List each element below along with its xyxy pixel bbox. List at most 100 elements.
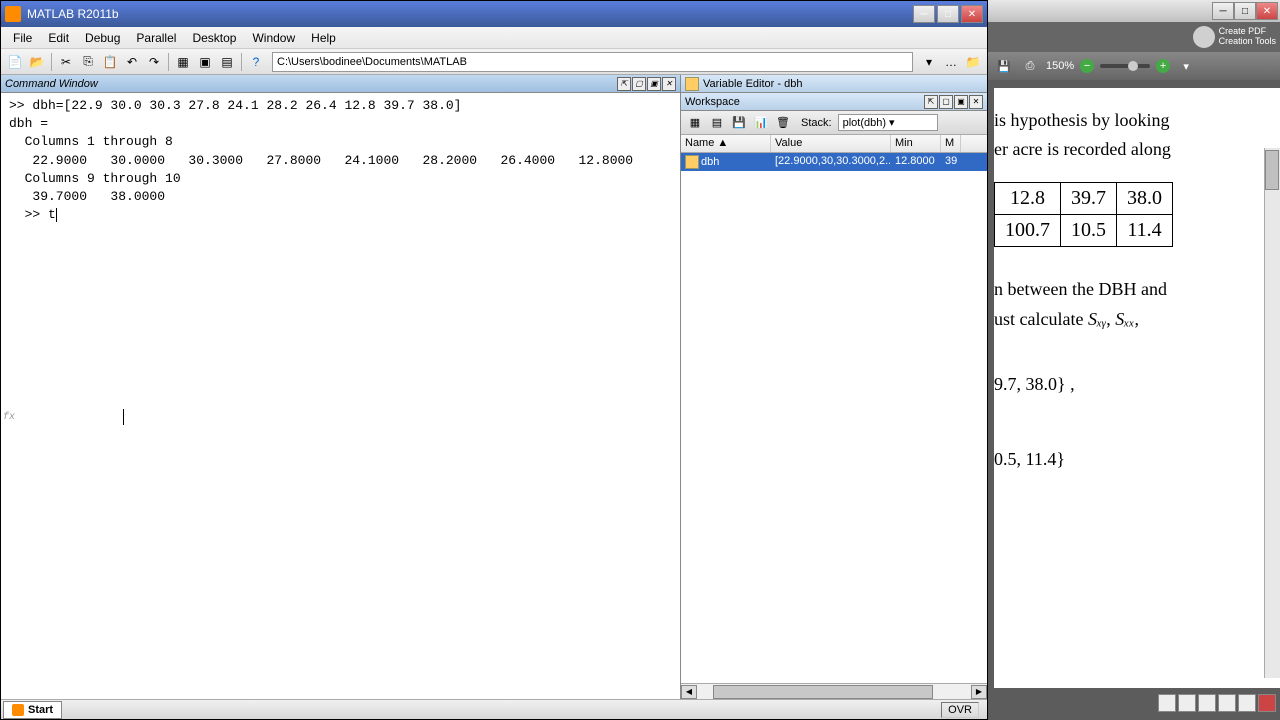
pdf-minimize-button[interactable]: ─ [1212, 2, 1234, 20]
matlab-menubar: File Edit Debug Parallel Desktop Window … [1, 27, 987, 49]
col-min-header[interactable]: Min [891, 135, 941, 152]
path-dropdown-icon[interactable]: ▾ [919, 52, 939, 72]
open-file-icon[interactable]: 📂 [27, 52, 47, 72]
zoom-level[interactable]: 150% [1046, 60, 1074, 72]
workspace-table-header[interactable]: Name ▲ Value Min M [681, 135, 987, 153]
pdf-view-icon[interactable] [1158, 694, 1176, 712]
text-cursor-icon [123, 409, 124, 425]
command-window-panel: Command Window ⇱ ▢ ▣ ✕ >> dbh=[22.9 30.0… [1, 75, 681, 699]
workspace-title: Workspace [685, 96, 923, 108]
pdf-options-icon[interactable]: ▾ [1176, 56, 1196, 76]
fx-icon[interactable]: fx [3, 411, 15, 425]
variable-editor-header[interactable]: Variable Editor - dbh [681, 75, 987, 93]
import-data-icon[interactable]: ▤ [707, 113, 727, 133]
pdf-view-icon[interactable] [1238, 694, 1256, 712]
matlab-main-window: MATLAB R2011b ─ □ ✕ File Edit Debug Para… [0, 0, 988, 720]
help-icon[interactable]: ? [246, 52, 266, 72]
pdf-create-icon[interactable] [1193, 26, 1215, 48]
workspace-variable-row[interactable]: dbh [22.9000,30,30.3000,2... 12.8000 39 [681, 153, 987, 171]
guide-icon[interactable]: ▣ [195, 52, 215, 72]
table-row: 12.839.738.0 [995, 183, 1173, 215]
close-panel-icon[interactable]: ✕ [969, 95, 983, 109]
simulink-icon[interactable]: ▦ [173, 52, 193, 72]
profiler-icon[interactable]: ▤ [217, 52, 237, 72]
matlab-title-text: MATLAB R2011b [27, 7, 913, 21]
pdf-text-line: ust calculate Sₓᵧ, Sₓₓ, [994, 307, 1276, 332]
pdf-view-icon[interactable] [1218, 694, 1236, 712]
print-icon[interactable]: ⎙ [1020, 56, 1040, 76]
command-window-header[interactable]: Command Window ⇱ ▢ ▣ ✕ [1, 75, 680, 93]
dock-icon[interactable]: ⇱ [924, 95, 938, 109]
maximize-panel-icon[interactable]: ▣ [954, 95, 968, 109]
matlab-titlebar[interactable]: MATLAB R2011b ─ □ ✕ [1, 1, 987, 27]
matlab-app-icon [5, 6, 21, 22]
pdf-text-line: n between the DBH and [994, 277, 1276, 302]
zoom-in-icon[interactable]: + [1156, 59, 1170, 73]
matlab-start-icon [12, 704, 24, 716]
variable-icon [685, 155, 699, 169]
minimize-panel-icon[interactable]: ▢ [632, 77, 646, 91]
zoom-slider[interactable] [1100, 64, 1150, 68]
plot-icon[interactable]: 📊 [751, 113, 771, 133]
pdf-view-toolbar: 💾 ⎙ 150% − + ▾ [988, 52, 1280, 80]
maximize-button[interactable]: □ [937, 5, 959, 23]
pdf-create-label[interactable]: Create PDF Creation Tools [1219, 27, 1276, 47]
scroll-left-icon[interactable]: ◀ [681, 685, 697, 699]
pdf-reader-window: ─ □ ✕ Create PDF Creation Tools 💾 ⎙ 150%… [988, 0, 1280, 720]
pdf-close-button[interactable]: ✕ [1256, 2, 1278, 20]
copy-icon[interactable]: ⎘ [78, 52, 98, 72]
col-name-header[interactable]: Name ▲ [681, 135, 771, 152]
pdf-view-icon[interactable] [1258, 694, 1276, 712]
pdf-text-line: 9.7, 38.0} , [994, 372, 1276, 397]
delete-icon[interactable]: 🗑 [773, 113, 793, 133]
minimize-button[interactable]: ─ [913, 5, 935, 23]
paste-icon[interactable]: 📋 [100, 52, 120, 72]
minimize-panel-icon[interactable]: ▢ [939, 95, 953, 109]
workspace-toolbar: ▦ ▤ 💾 📊 🗑 Stack: plot(dbh) ▾ [681, 111, 987, 135]
workspace-horizontal-scrollbar[interactable]: ◀ ▶ [681, 683, 987, 699]
stack-label: Stack: [801, 117, 832, 129]
workspace-header[interactable]: Workspace ⇱ ▢ ▣ ✕ [681, 93, 987, 111]
close-button[interactable]: ✕ [961, 5, 983, 23]
pdf-page-content: is hypothesis by looking er acre is reco… [994, 88, 1280, 688]
save-icon[interactable]: 💾 [994, 56, 1014, 76]
close-panel-icon[interactable]: ✕ [662, 77, 676, 91]
command-window-content[interactable]: >> dbh=[22.9 30.0 30.3 27.8 24.1 28.2 26… [1, 93, 680, 699]
menu-desktop[interactable]: Desktop [184, 29, 244, 47]
pdf-top-toolbar: Create PDF Creation Tools [988, 22, 1280, 52]
stack-select[interactable]: plot(dbh) ▾ [838, 114, 938, 131]
new-file-icon[interactable]: 📄 [5, 52, 25, 72]
menu-help[interactable]: Help [303, 29, 344, 47]
scroll-thumb[interactable] [713, 685, 933, 699]
start-button[interactable]: Start [3, 701, 62, 719]
zoom-out-icon[interactable]: − [1080, 59, 1094, 73]
workspace-table[interactable]: Name ▲ Value Min M dbh [22.9000,30,30.30… [681, 135, 987, 683]
menu-debug[interactable]: Debug [77, 29, 128, 47]
maximize-panel-icon[interactable]: ▣ [647, 77, 661, 91]
menu-parallel[interactable]: Parallel [128, 29, 184, 47]
matlab-toolbar: 📄 📂 ✂ ⎘ 📋 ↶ ↷ ▦ ▣ ▤ ? C:\Users\bodinee\D… [1, 49, 987, 75]
pdf-vertical-scrollbar[interactable] [1264, 148, 1280, 678]
pdf-text-line: is hypothesis by looking [994, 108, 1276, 133]
new-variable-icon[interactable]: ▦ [685, 113, 705, 133]
dock-icon[interactable]: ⇱ [617, 77, 631, 91]
col-max-header[interactable]: M [941, 135, 961, 152]
parent-folder-icon[interactable]: 📁 [963, 52, 983, 72]
browse-folder-icon[interactable]: … [941, 52, 961, 72]
pdf-maximize-button[interactable]: □ [1234, 2, 1256, 20]
table-row: 100.710.511.4 [995, 215, 1173, 247]
ovr-status: OVR [941, 702, 979, 718]
pdf-view-icon[interactable] [1198, 694, 1216, 712]
save-workspace-icon[interactable]: 💾 [729, 113, 749, 133]
undo-icon[interactable]: ↶ [122, 52, 142, 72]
col-value-header[interactable]: Value [771, 135, 891, 152]
cut-icon[interactable]: ✂ [56, 52, 76, 72]
menu-window[interactable]: Window [244, 29, 303, 47]
redo-icon[interactable]: ↷ [144, 52, 164, 72]
pdf-text-line: 0.5, 11.4} [994, 447, 1276, 472]
menu-edit[interactable]: Edit [40, 29, 77, 47]
scroll-right-icon[interactable]: ▶ [971, 685, 987, 699]
menu-file[interactable]: File [5, 29, 40, 47]
current-folder-input[interactable]: C:\Users\bodinee\Documents\MATLAB [272, 52, 913, 72]
pdf-view-icon[interactable] [1178, 694, 1196, 712]
